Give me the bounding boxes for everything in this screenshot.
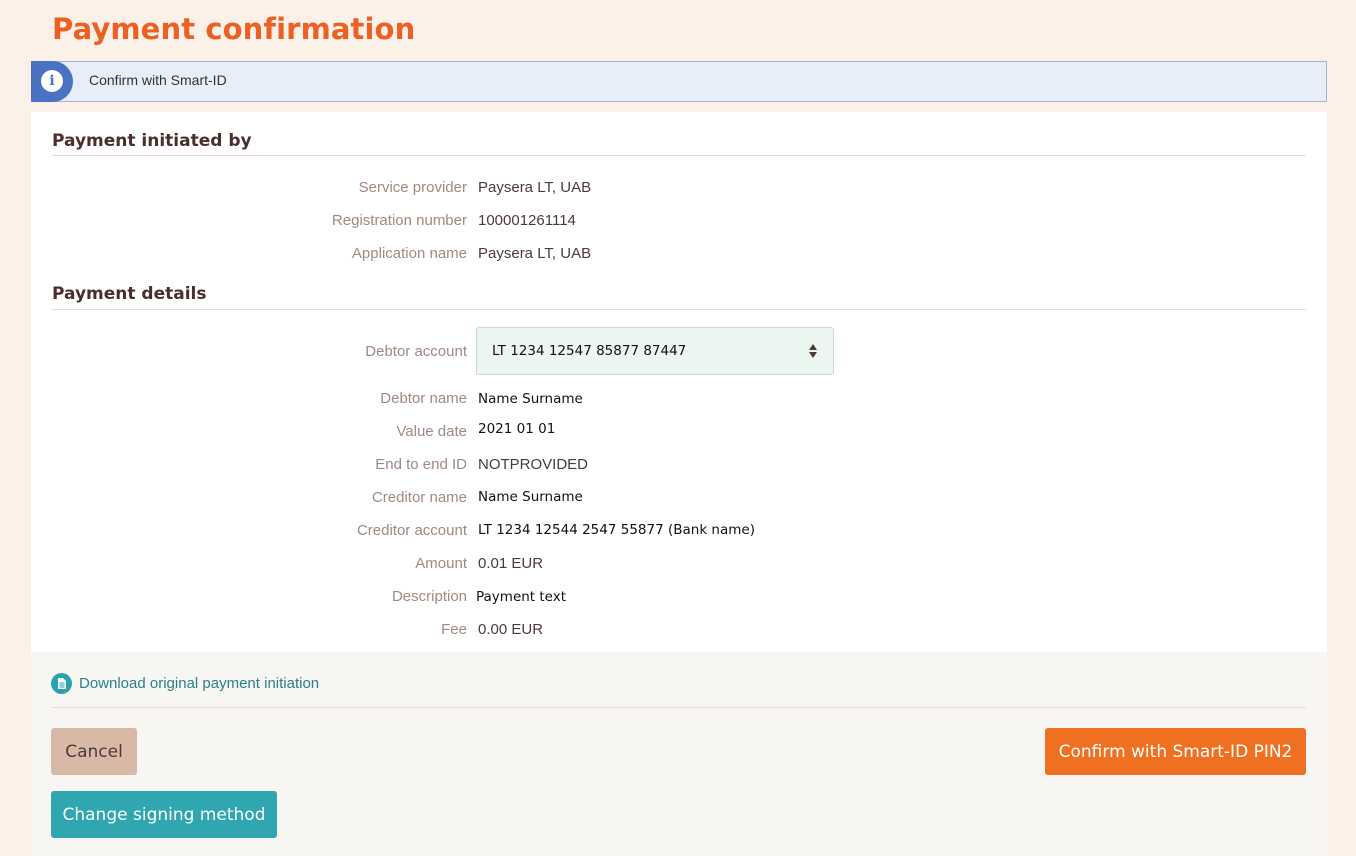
section-title-initiated-by: Payment initiated by	[52, 131, 252, 151]
download-link-label: Download original payment initiation	[79, 675, 320, 692]
footer-divider	[52, 707, 1306, 708]
label-service-provider: Service provider	[358, 179, 467, 196]
label-amount: Amount	[415, 555, 467, 572]
info-tab: i	[31, 61, 73, 102]
value-description: Payment text	[476, 589, 567, 605]
page-title: Payment confirmation	[52, 12, 416, 46]
label-registration-number: Registration number	[331, 212, 467, 229]
label-fee: Fee	[441, 621, 467, 638]
value-application-name: Paysera LT, UAB	[478, 245, 592, 262]
value-service-provider: Paysera LT, UAB	[478, 179, 592, 196]
label-application-name: Application name	[351, 245, 467, 262]
confirm-smart-id-button[interactable]: Confirm with Smart-ID PIN2	[1045, 728, 1306, 775]
cancel-button[interactable]: Cancel	[51, 728, 137, 775]
debtor-account-selected-value: LT 1234 12547 85877 87447	[492, 343, 687, 359]
value-amount: 0.01 EUR	[478, 555, 544, 572]
download-original-link[interactable]: Download original payment initiation	[51, 673, 319, 694]
info-banner: i Confirm with Smart-ID	[31, 61, 1327, 102]
label-debtor-name: Debtor name	[380, 390, 467, 407]
label-end-to-end-id: End to end ID	[375, 456, 467, 473]
label-description: Description	[391, 588, 467, 605]
value-creditor-name: Name Surname	[478, 489, 583, 505]
value-end-to-end-id: NOTPROVIDED	[478, 456, 589, 473]
document-icon	[51, 673, 72, 694]
info-banner-text: Confirm with Smart-ID	[89, 72, 227, 88]
value-fee: 0.00 EUR	[478, 621, 544, 638]
value-creditor-account: LT 1234 12544 2547 55877 (Bank name)	[478, 522, 755, 538]
label-value-date: Value date	[396, 423, 467, 440]
sort-arrows-icon	[809, 344, 817, 358]
value-registration-number: 100001261114	[478, 212, 576, 229]
value-debtor-name: Name Surname	[478, 391, 583, 407]
label-creditor-account: Creditor account	[356, 522, 467, 539]
label-creditor-name: Creditor name	[371, 489, 467, 506]
info-icon: i	[41, 70, 63, 92]
change-signing-method-button[interactable]: Change signing method	[51, 791, 277, 838]
label-debtor-account: Debtor account	[365, 343, 467, 360]
debtor-account-select[interactable]: LT 1234 12547 85877 87447	[476, 327, 834, 375]
section-title-payment-details: Payment details	[52, 284, 207, 304]
section-divider	[52, 155, 1306, 156]
section-divider	[52, 309, 1306, 310]
value-value-date: 2021 01 01	[478, 421, 556, 437]
